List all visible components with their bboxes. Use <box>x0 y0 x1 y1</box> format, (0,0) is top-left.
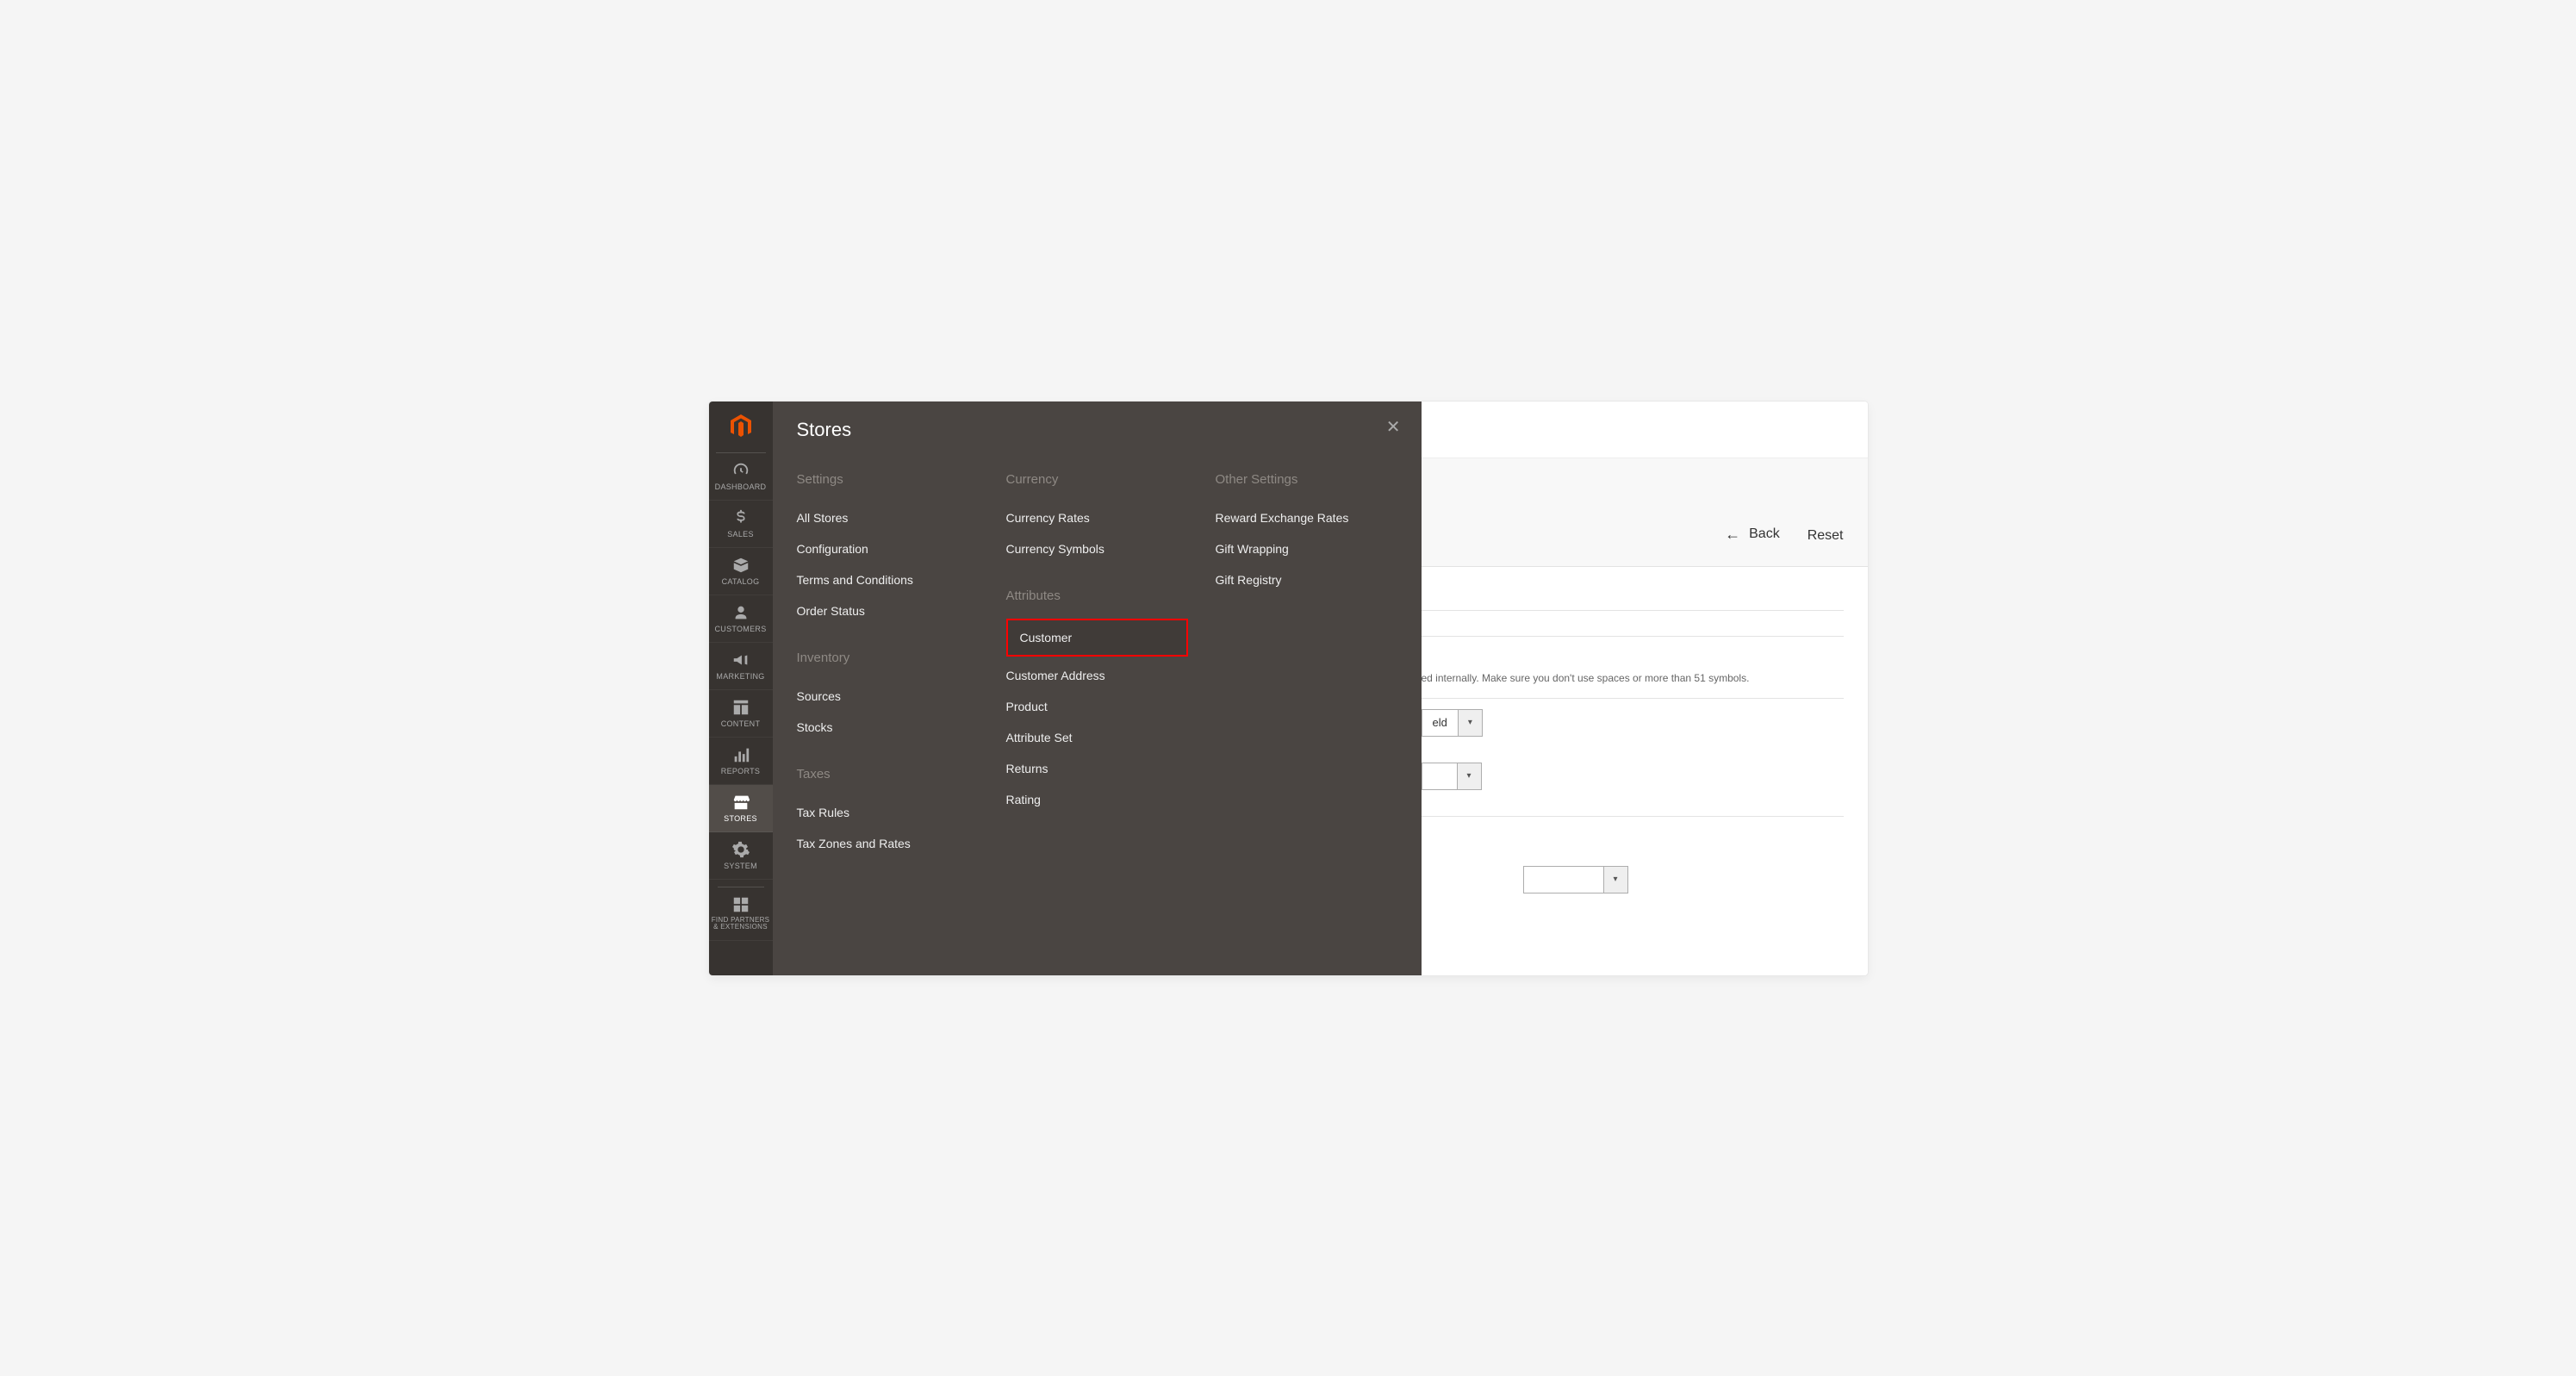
link-attr-rating[interactable]: Rating <box>1006 784 1188 815</box>
link-attr-set[interactable]: Attribute Set <box>1006 722 1188 753</box>
link-tax-zones-rates[interactable]: Tax Zones and Rates <box>797 828 979 859</box>
link-attr-customer[interactable]: Customer <box>1006 619 1188 657</box>
arrow-left-icon: ← <box>1725 526 1740 544</box>
select-value <box>1524 867 1603 893</box>
dashboard-icon <box>711 460 771 481</box>
sidebar-item-catalog[interactable]: CATALOG <box>709 548 773 595</box>
link-currency-symbols[interactable]: Currency Symbols <box>1006 533 1188 564</box>
form-row-select <box>1422 747 1844 800</box>
sidebar-label: FIND PARTNERS & EXTENSIONS <box>712 916 770 931</box>
form-row <box>1422 636 1844 662</box>
link-configuration[interactable]: Configuration <box>797 533 979 564</box>
flyout-title: Stores <box>797 419 1397 441</box>
sidebar-label: DASHBOARD <box>715 483 767 491</box>
sidebar-item-reports[interactable]: REPORTS <box>709 738 773 785</box>
reset-label: Reset <box>1808 528 1844 543</box>
sidebar-label: CATALOG <box>722 577 760 586</box>
required-select[interactable] <box>1422 763 1482 790</box>
sidebar-label: CUSTOMERS <box>714 625 766 633</box>
sidebar-item-content[interactable]: CONTENT <box>709 690 773 738</box>
sidebar-label: MARKETING <box>716 672 764 681</box>
chevron-down-icon[interactable] <box>1603 867 1627 893</box>
app-window: DASHBOARD SALES CATALOG CUSTOMERS MARKET… <box>709 402 1868 975</box>
link-reward-exchange[interactable]: Reward Exchange Rates <box>1216 502 1397 533</box>
select-value: eld <box>1422 710 1458 736</box>
form-row <box>1422 610 1844 636</box>
bars-icon <box>711 744 771 765</box>
section-attributes: Attributes <box>1006 588 1188 603</box>
page-toolbar: ← Back Reset <box>1422 458 1868 567</box>
link-sources[interactable]: Sources <box>797 681 979 712</box>
flyout-col-1: Settings All Stores Configuration Terms … <box>797 462 979 859</box>
link-tax-rules[interactable]: Tax Rules <box>797 797 979 828</box>
section-taxes: Taxes <box>797 767 979 781</box>
flyout-col-3: Other Settings Reward Exchange Rates Gif… <box>1216 462 1397 859</box>
box-icon <box>711 555 771 576</box>
dollar-icon <box>711 507 771 528</box>
sidebar-item-system[interactable]: SYSTEM <box>709 832 773 880</box>
sidebar-item-partners[interactable]: FIND PARTNERS & EXTENSIONS <box>709 880 773 942</box>
magento-logo[interactable] <box>716 402 766 453</box>
section-settings: Settings <box>797 472 979 487</box>
back-button[interactable]: ← Back <box>1725 526 1780 544</box>
sidebar-item-marketing[interactable]: MARKETING <box>709 643 773 690</box>
megaphone-icon <box>711 650 771 670</box>
sidebar-label: SALES <box>727 530 754 539</box>
link-stocks[interactable]: Stocks <box>797 712 979 743</box>
chevron-down-icon[interactable] <box>1457 763 1481 789</box>
reset-button[interactable]: Reset <box>1808 528 1844 544</box>
sidebar-item-sales[interactable]: SALES <box>709 501 773 548</box>
form-row-select <box>1422 842 1844 904</box>
sidebar-label: REPORTS <box>721 767 760 775</box>
back-label: Back <box>1749 526 1780 542</box>
form-body: ed internally. Make sure you don't use s… <box>1422 567 1868 975</box>
link-attr-customer-address[interactable]: Customer Address <box>1006 660 1188 691</box>
link-all-stores[interactable]: All Stores <box>797 502 979 533</box>
link-currency-rates[interactable]: Currency Rates <box>1006 502 1188 533</box>
attribute-select[interactable] <box>1523 866 1628 893</box>
gear-icon <box>711 839 771 860</box>
input-type-select[interactable]: eld <box>1422 709 1483 737</box>
link-gift-registry[interactable]: Gift Registry <box>1216 564 1397 595</box>
form-row-hint: ed internally. Make sure you don't use s… <box>1422 662 1844 698</box>
form-row <box>1422 816 1844 842</box>
blocks-icon <box>711 894 771 915</box>
link-terms-and-conditions[interactable]: Terms and Conditions <box>797 564 979 595</box>
layout-icon <box>711 697 771 718</box>
page-title-area <box>1422 402 1868 458</box>
link-attr-returns[interactable]: Returns <box>1006 753 1188 784</box>
section-inventory: Inventory <box>797 651 979 665</box>
section-currency: Currency <box>1006 472 1188 487</box>
sidebar-item-dashboard[interactable]: DASHBOARD <box>709 453 773 501</box>
link-order-status[interactable]: Order Status <box>797 595 979 626</box>
field-hint: ed internally. Make sure you don't use s… <box>1422 667 1750 693</box>
section-other-settings: Other Settings <box>1216 472 1397 487</box>
page-content: ← Back Reset ed internally. Make sure yo… <box>1422 402 1868 975</box>
person-icon <box>711 602 771 623</box>
sidebar-label: SYSTEM <box>724 862 757 870</box>
storefront-icon <box>711 792 771 813</box>
chevron-down-icon[interactable] <box>1458 710 1482 736</box>
link-attr-product[interactable]: Product <box>1006 691 1188 722</box>
form-row <box>1422 584 1844 610</box>
sidebar-label: CONTENT <box>721 719 761 728</box>
sidebar-item-customers[interactable]: CUSTOMERS <box>709 595 773 643</box>
close-icon[interactable]: ✕ <box>1386 419 1401 436</box>
sidebar-item-stores[interactable]: STORES <box>709 785 773 832</box>
flyout-col-2: Currency Currency Rates Currency Symbols… <box>1006 462 1188 859</box>
select-value <box>1422 763 1457 789</box>
admin-sidebar: DASHBOARD SALES CATALOG CUSTOMERS MARKET… <box>709 402 773 975</box>
flyout-columns: Settings All Stores Configuration Terms … <box>797 462 1397 859</box>
sidebar-label: STORES <box>724 814 757 823</box>
link-gift-wrapping[interactable]: Gift Wrapping <box>1216 533 1397 564</box>
form-row-select: eld <box>1422 698 1844 747</box>
stores-flyout: Stores ✕ Settings All Stores Configurati… <box>773 402 1422 975</box>
